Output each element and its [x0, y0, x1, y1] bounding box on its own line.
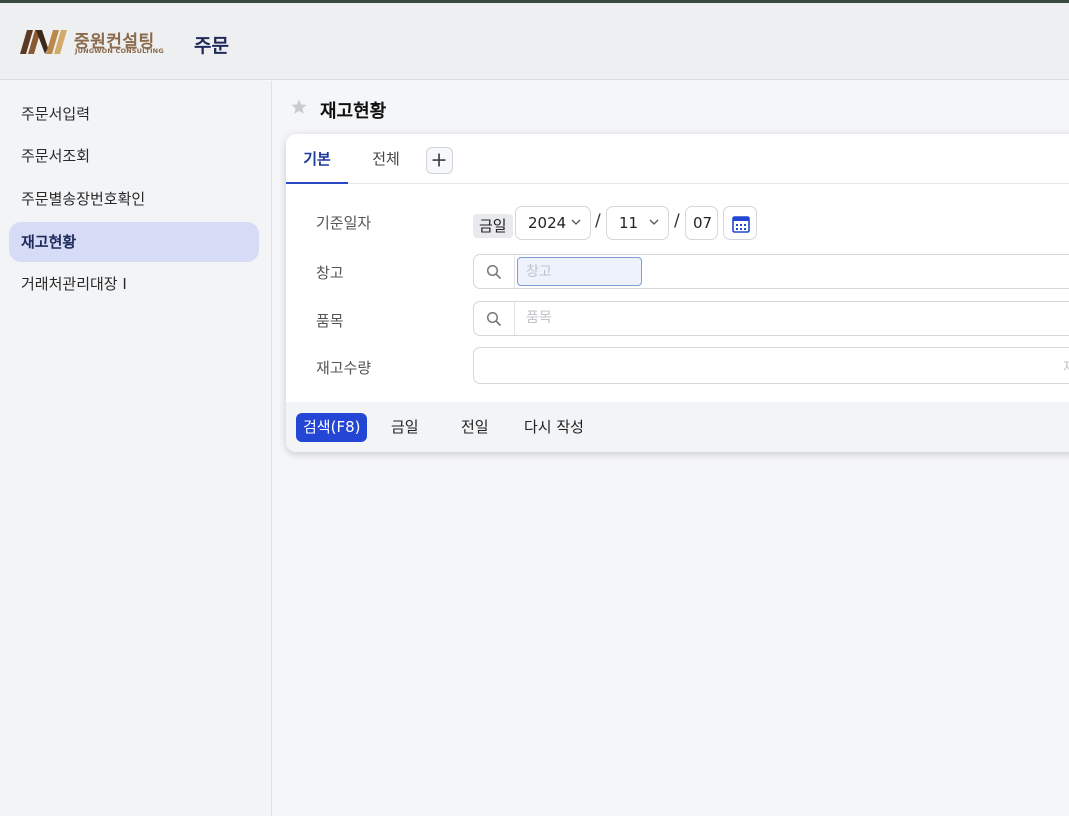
sidebar-item-client-ledger[interactable]: 거래처관리대장 I — [9, 264, 259, 304]
search-button[interactable]: 검색(F8) — [296, 413, 368, 442]
date-separator: / — [674, 211, 680, 231]
year-select[interactable]: 2024 — [515, 206, 591, 240]
item-search-button[interactable] — [474, 302, 515, 335]
action-bar: 검색(F8) 금일 전일 다시 작성 — [286, 402, 1069, 452]
month-select[interactable]: 11 — [606, 206, 669, 240]
search-icon — [486, 311, 502, 327]
calendar-icon — [732, 216, 750, 233]
quantity-placeholder: 재 — [1063, 357, 1069, 377]
sidebar-item-inventory[interactable]: 재고현황 — [9, 222, 259, 262]
year-value: 2024 — [528, 214, 567, 232]
reset-button[interactable]: 다시 작성 — [524, 413, 584, 442]
sidebar-item-order-entry[interactable]: 주문서입력 — [9, 94, 259, 134]
today-button[interactable]: 금일 — [391, 413, 419, 442]
tab-bar: 기본 전체 — [286, 134, 1069, 184]
warehouse-search-button[interactable] — [474, 255, 515, 288]
main-content: 재고현황 기본 전체 기준일자 금일 2024 / 11 / 07 창고 창고 … — [272, 81, 1069, 816]
page-title: 재고현황 — [320, 101, 387, 122]
previous-day-button[interactable]: 전일 — [461, 413, 489, 442]
app-header: 중원컨설팅 JUNGWON CONSULTING 주문 — [0, 3, 1069, 80]
today-badge[interactable]: 금일 — [473, 214, 513, 238]
item-search — [473, 301, 1069, 336]
quantity-field[interactable]: 재 — [473, 347, 1069, 384]
quantity-label: 재고수량 — [316, 359, 372, 377]
company-logo[interactable]: 중원컨설팅 JUNGWON CONSULTING — [20, 27, 164, 59]
item-label: 품목 — [316, 312, 344, 330]
item-input[interactable] — [526, 310, 726, 326]
day-value: 07 — [693, 214, 713, 232]
chevron-down-icon — [649, 219, 659, 225]
month-value: 11 — [619, 214, 639, 232]
add-tab-button[interactable] — [426, 147, 453, 174]
day-input[interactable]: 07 — [685, 206, 718, 240]
warehouse-input[interactable] — [517, 257, 642, 286]
module-title[interactable]: 주문 — [194, 31, 229, 58]
company-subname: JUNGWON CONSULTING — [75, 47, 164, 55]
warehouse-search — [473, 254, 1069, 289]
date-separator: / — [595, 211, 601, 231]
jw-logo-icon — [20, 30, 67, 54]
date-label: 기준일자 — [316, 214, 372, 232]
tab-basic[interactable]: 기본 — [286, 134, 348, 184]
tab-all[interactable]: 전체 — [358, 134, 414, 184]
warehouse-label: 창고 — [316, 264, 344, 282]
calendar-button[interactable] — [723, 206, 757, 240]
star-icon[interactable] — [290, 98, 308, 116]
plus-icon — [432, 153, 446, 167]
search-icon — [486, 264, 502, 280]
chevron-down-icon — [571, 219, 581, 225]
search-panel: 기본 전체 기준일자 금일 2024 / 11 / 07 창고 창고 품목 품목… — [286, 134, 1069, 452]
sidebar-item-order-lookup[interactable]: 주문서조회 — [9, 136, 259, 176]
sidebar-item-invoice-check[interactable]: 주문별송장번호확인 — [9, 179, 259, 219]
sidebar: 주문서입력 주문서조회 주문별송장번호확인 재고현황 거래처관리대장 I — [0, 81, 272, 816]
